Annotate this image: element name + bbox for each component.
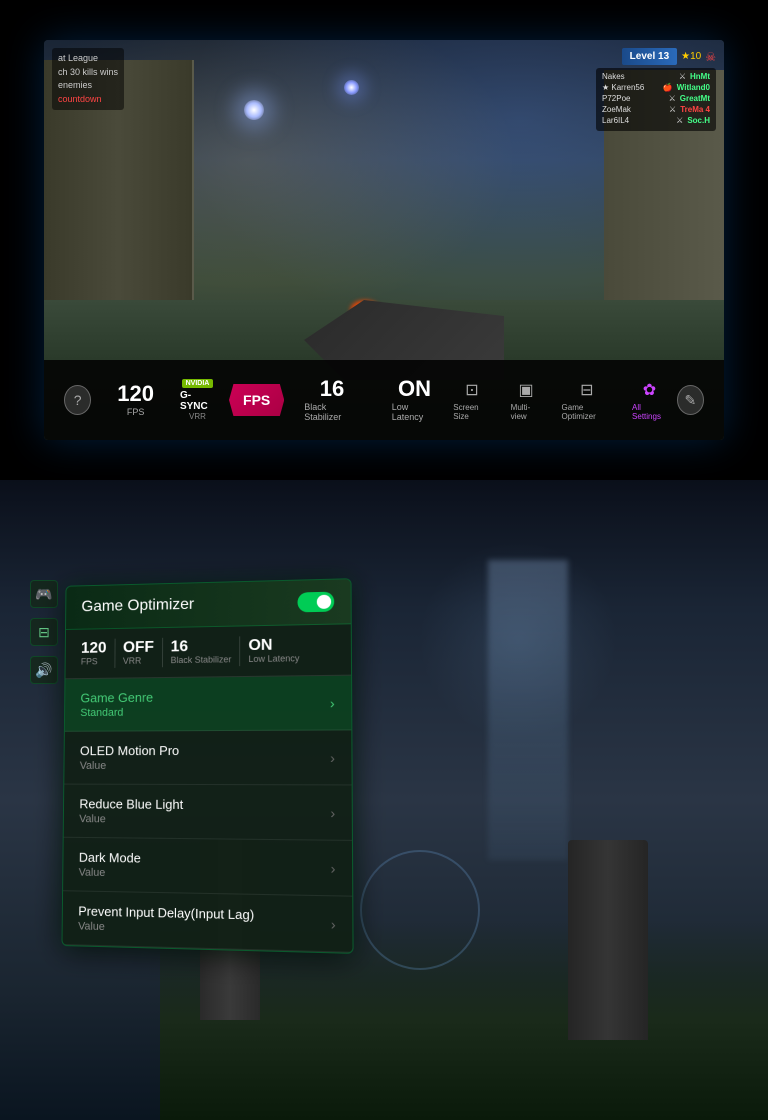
game-optimizer-button[interactable]: ⊟ Game Optimizer: [562, 380, 613, 421]
stat-divider-1: [114, 639, 115, 668]
hud-top-left: at League ch 30 kills wins enemies count…: [52, 48, 124, 110]
hud-bottom-bar: ? 120 FPS NVIDIA G-SYNC VRR FPS 16 Black…: [44, 360, 724, 440]
optimizer-stats-row: 120 FPS OFF VRR 16 Black Stabilizer ON L…: [65, 624, 351, 679]
black-stab-label: Black Stabilizer: [304, 402, 359, 422]
score-row-5: Lar6IL4 ⚔ Soc.H: [602, 116, 710, 125]
opt-latency-stat: ON Low Latency: [248, 637, 299, 664]
fps-stat: 120 FPS: [101, 383, 170, 417]
fps-label: FPS: [127, 407, 145, 417]
game-genre-title: Game Genre: [80, 690, 153, 705]
hud-line-4: countdown: [58, 93, 118, 107]
menu-item-game-genre[interactable]: Game Genre Standard ›: [65, 676, 351, 732]
multi-view-button[interactable]: ▣ Multi-view: [511, 380, 542, 421]
bottom-section: 🎮 ⊟ 🔊 Game Optimizer 120 FPS OFF VRR 16 …: [0, 480, 768, 1120]
scene-light-2: [344, 80, 359, 95]
oled-motion-title: OLED Motion Pro: [80, 743, 179, 758]
screen-size-button[interactable]: ⊡ Screen Size: [453, 380, 490, 421]
opt-vrr-stat: OFF VRR: [123, 640, 154, 666]
latency-value: ON: [398, 378, 431, 400]
level-badge: Level 13: [622, 48, 677, 65]
menu-side-icon[interactable]: ⊟: [30, 618, 58, 646]
top-section: at League ch 30 kills wins enemies count…: [0, 0, 768, 480]
opt-vrr-value: OFF: [123, 640, 154, 656]
hud-line-1: at League: [58, 52, 118, 66]
optimizer-menu: Game Genre Standard › OLED Motion Pro Va…: [62, 676, 352, 953]
menu-item-reduce-blue-light[interactable]: Reduce Blue Light Value ›: [64, 785, 352, 841]
opt-fps-stat: 120 FPS: [81, 641, 107, 667]
reduce-blue-light-value: Value: [79, 813, 183, 826]
gsync-badge: NVIDIA G-SYNC VRR: [170, 379, 225, 421]
game-optimizer-panel: Game Optimizer 120 FPS OFF VRR 16 Black …: [61, 578, 353, 954]
skull-icon: ☠: [705, 50, 716, 64]
dark-mode-value: Value: [79, 867, 141, 880]
opt-latency-label: Low Latency: [248, 653, 299, 664]
stone-pillar-right: [568, 840, 648, 1040]
multi-view-icon: ▣: [519, 380, 534, 400]
gsync-logo: NVIDIA: [182, 379, 214, 388]
screen-size-label: Screen Size: [453, 403, 490, 421]
dark-mode-title: Dark Mode: [79, 850, 141, 866]
game-screen: at League ch 30 kills wins enemies count…: [44, 40, 724, 440]
menu-item-oled-motion[interactable]: OLED Motion Pro Value ›: [64, 730, 351, 785]
score-row-1: Nakes ⚔ HnMt: [602, 72, 710, 81]
gsync-text: G-SYNC: [180, 390, 215, 412]
fps-center-badge: FPS: [229, 384, 284, 416]
edit-button[interactable]: ✎: [677, 385, 704, 415]
optimizer-title: Game Optimizer: [81, 596, 194, 616]
all-settings-button[interactable]: ✿ All Settings: [632, 380, 667, 421]
stat-divider-3: [239, 636, 240, 666]
optimizer-header: Game Optimizer: [66, 579, 351, 630]
opt-black-stab-value: 16: [171, 639, 189, 655]
opt-latency-value: ON: [248, 638, 272, 654]
input-lag-title: Prevent Input Delay(Input Lag): [78, 903, 254, 922]
screen-size-icon: ⊡: [465, 380, 478, 400]
opt-fps-value: 120: [81, 641, 107, 657]
opt-fps-label: FPS: [81, 656, 98, 666]
fps-value: 120: [117, 383, 154, 405]
game-optimizer-icon: ⊟: [580, 380, 593, 400]
black-stab-stat: 16 Black Stabilizer: [288, 378, 375, 422]
hud-level-area: Level 13 ★10 ☠: [622, 48, 716, 65]
all-settings-label: All Settings: [632, 403, 667, 421]
input-lag-value: Value: [78, 920, 254, 936]
chevron-right-icon-4: ›: [331, 860, 336, 877]
side-icons: 🎮 ⊟ 🔊: [30, 580, 58, 684]
menu-icons-bar: ⊡ Screen Size ▣ Multi-view ⊟ Game Optimi…: [453, 380, 667, 421]
optimizer-toggle[interactable]: [297, 592, 334, 613]
all-settings-icon: ✿: [643, 380, 656, 400]
score-row-3: P72Poe ⚔ GreatMt: [602, 94, 710, 103]
chevron-right-icon-5: ›: [331, 915, 336, 932]
scoreboard: Nakes ⚔ HnMt ★ Karren56 🍎 Witland0 P72Po…: [596, 68, 716, 131]
multi-view-label: Multi-view: [511, 403, 542, 421]
hud-line-3: enemies: [58, 79, 118, 93]
rune-circle: [360, 850, 480, 970]
menu-item-input-lag[interactable]: Prevent Input Delay(Input Lag) Value ›: [62, 891, 352, 953]
menu-item-dark-mode[interactable]: Dark Mode Value ›: [63, 838, 352, 897]
scene-glow: [418, 540, 618, 740]
hud-line-2: ch 30 kills wins: [58, 66, 118, 80]
chevron-right-icon-2: ›: [330, 749, 335, 765]
opt-black-stab-label: Black Stabilizer: [171, 654, 232, 665]
opt-vrr-label: VRR: [123, 656, 142, 666]
reduce-blue-light-title: Reduce Blue Light: [79, 796, 183, 812]
gamepad-side-icon[interactable]: 🎮: [30, 580, 58, 608]
audio-side-icon[interactable]: 🔊: [30, 656, 58, 684]
latency-label: Low Latency: [392, 402, 438, 422]
help-button[interactable]: ?: [64, 385, 91, 415]
latency-stat: ON Low Latency: [376, 378, 454, 422]
chevron-right-icon: ›: [330, 695, 335, 711]
oled-motion-value: Value: [80, 760, 179, 772]
scene-light-1: [244, 100, 264, 120]
game-optimizer-label: Game Optimizer: [562, 403, 613, 421]
score-row-4: ZoeMak ⚔ TreMa 4: [602, 105, 710, 114]
vrr-label: VRR: [189, 412, 206, 421]
black-stab-value: 16: [320, 378, 344, 400]
chevron-right-icon-3: ›: [330, 804, 335, 820]
stat-divider-2: [162, 638, 163, 667]
game-genre-value: Standard: [80, 707, 153, 719]
score-row-2: ★ Karren56 🍎 Witland0: [602, 83, 710, 92]
opt-black-stab-stat: 16 Black Stabilizer: [171, 639, 232, 666]
star-icon: ★10: [681, 51, 701, 62]
